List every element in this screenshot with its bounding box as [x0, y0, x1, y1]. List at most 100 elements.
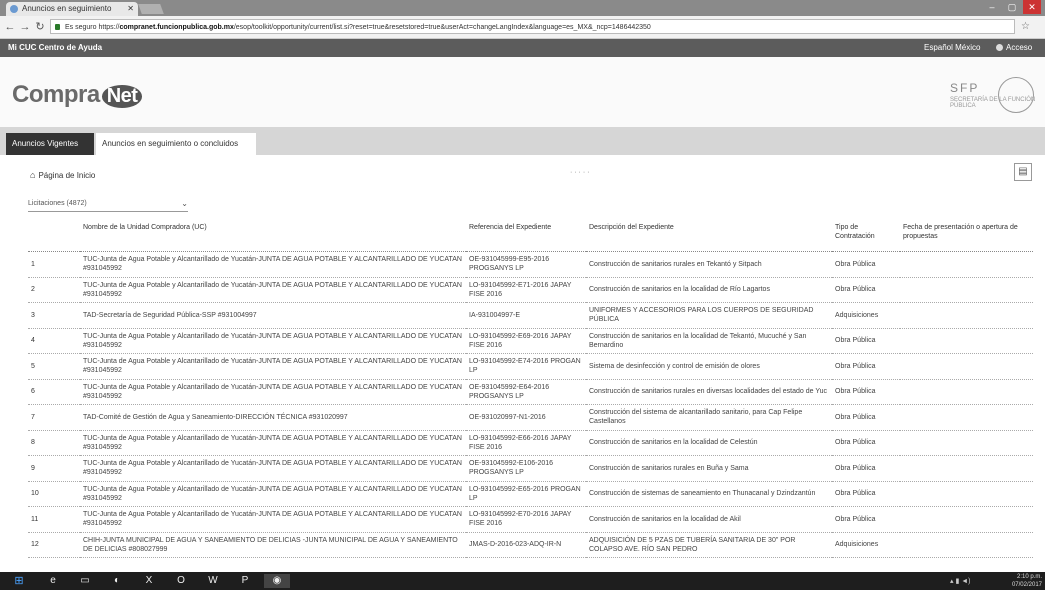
- table-row[interactable]: 7 TAD-Comité de Gestión de Agua y Saneami…: [28, 404, 1033, 431]
- row-reference[interactable]: LO-931045992-E71-2016 JAPAY FISE 2016: [466, 277, 586, 303]
- language-selector[interactable]: Español México: [924, 39, 980, 57]
- row-description: Construcción de sanitarios rurales en Bu…: [586, 455, 832, 482]
- maximize-icon[interactable]: ▢: [1003, 0, 1021, 14]
- table-row[interactable]: 12 CHIH-JUNTA MUNICIPAL DE AGUA Y SANEAMI…: [28, 532, 1033, 558]
- col-header-index: [28, 219, 80, 252]
- secure-label: Es seguro: [65, 24, 97, 31]
- topbar-links[interactable]: Mi CUC Centro de Ayuda: [8, 39, 102, 57]
- row-index: 9: [28, 455, 80, 482]
- table-row[interactable]: 10 TUC-Junta de Agua Potable y Alcantaril…: [28, 481, 1033, 507]
- logo-circle: Net: [101, 85, 143, 108]
- browser-tab-title: Anuncios en seguimiento: [22, 4, 112, 13]
- row-description: Sistema de desinfección y control de emi…: [586, 353, 832, 380]
- table-row[interactable]: 8 TUC-Junta de Agua Potable y Alcantarill…: [28, 430, 1033, 456]
- row-reference[interactable]: LO-931045992-E66-2016 JAPAY FISE 2016: [466, 430, 586, 456]
- row-reference[interactable]: OE-931020997-N1-2016: [466, 404, 586, 431]
- site-top-bar: Mi CUC Centro de Ayuda Español México Ac…: [0, 39, 1045, 57]
- taskbar-clock[interactable]: 2:10 p.m. 07/02/2017: [1010, 573, 1042, 589]
- row-unit-name: TUC-Junta de Agua Potable y Alcantarilla…: [80, 328, 466, 354]
- row-description: UNIFORMES Y ACCESORIOS PARA LOS CUERPOS …: [586, 302, 832, 329]
- bookmark-star-icon[interactable]: ☆: [1021, 21, 1030, 32]
- row-index: 5: [28, 353, 80, 380]
- row-description: Construcción de sanitarios rurales en Te…: [586, 251, 832, 278]
- forward-arrow-icon[interactable]: →: [18, 20, 32, 34]
- minimize-icon[interactable]: –: [983, 0, 1001, 14]
- row-description: Construcción de sanitarios rurales en di…: [586, 379, 832, 405]
- row-unit-name: TUC-Junta de Agua Potable y Alcantarilla…: [80, 353, 466, 380]
- compranet-logo[interactable]: Compra Net: [12, 81, 143, 109]
- excel-icon[interactable]: X: [136, 574, 162, 588]
- home-link[interactable]: ⌂ Página de Inicio: [30, 170, 95, 180]
- table-row[interactable]: 2 TUC-Junta de Agua Potable y Alcantarill…: [28, 277, 1033, 303]
- row-reference[interactable]: OE-931045992-E64-2016 PROGSANYS LP: [466, 379, 586, 405]
- row-contract-type: Obra Pública: [832, 353, 900, 380]
- tab-anuncios-seguimiento[interactable]: Anuncios en seguimiento o concluidos: [96, 133, 256, 155]
- row-unit-name: TUC-Junta de Agua Potable y Alcantarilla…: [80, 506, 466, 533]
- row-description: Construcción del sistema de alcantarilla…: [586, 404, 832, 431]
- government-seal-icon: [998, 77, 1034, 113]
- windows-taskbar: ⊞ e ▭ ◐ X O W P ◉ ▴ ▮ ◄) 2:10 p.m. 07/02/…: [0, 572, 1045, 590]
- table-row[interactable]: 9 TUC-Junta de Agua Potable y Alcantarill…: [28, 455, 1033, 482]
- tab-anuncios-vigentes[interactable]: Anuncios Vigentes: [6, 133, 94, 155]
- col-header-date[interactable]: Fecha de presentación o apertura de prop…: [900, 219, 1033, 252]
- row-reference[interactable]: OE-931045999-E95-2016 PROGSANYS LP: [466, 251, 586, 278]
- row-unit-name: TUC-Junta de Agua Potable y Alcantarilla…: [80, 379, 466, 405]
- windows-start-icon[interactable]: ⊞: [6, 574, 32, 588]
- row-date: [900, 251, 1033, 278]
- col-header-unit[interactable]: Nombre de la Unidad Compradora (UC): [80, 219, 466, 252]
- row-contract-type: Obra Pública: [832, 506, 900, 533]
- row-reference[interactable]: JMAS-D-2016-023-ADQ-IR-N: [466, 532, 586, 558]
- row-unit-name: TUC-Junta de Agua Potable y Alcantarilla…: [80, 251, 466, 278]
- row-contract-type: Obra Pública: [832, 481, 900, 507]
- row-date: [900, 302, 1033, 329]
- login-link[interactable]: Acceso: [996, 39, 1032, 57]
- system-tray-icons[interactable]: ▴ ▮ ◄): [950, 577, 971, 585]
- table-row[interactable]: 1 TUC-Junta de Agua Potable y Alcantarill…: [28, 251, 1033, 278]
- outlook-icon[interactable]: O: [168, 574, 194, 588]
- row-index: 4: [28, 328, 80, 354]
- col-header-reference[interactable]: Referencia del Expediente: [466, 219, 586, 252]
- file-explorer-icon[interactable]: ▭: [72, 574, 98, 588]
- table-row[interactable]: 3 TAD-Secretaría de Seguridad Pública-SSP…: [28, 302, 1033, 329]
- opportunities-table: Nombre de la Unidad Compradora (UC) Refe…: [28, 219, 1033, 558]
- edge-icon[interactable]: e: [40, 574, 66, 588]
- row-description: Construcción de sanitarios en la localid…: [586, 277, 832, 303]
- table-row[interactable]: 6 TUC-Junta de Agua Potable y Alcantarill…: [28, 379, 1033, 405]
- grid-toggle-icon[interactable]: ▤: [1014, 163, 1032, 181]
- row-index: 11: [28, 506, 80, 533]
- powerpoint-icon[interactable]: P: [232, 574, 258, 588]
- address-bar[interactable]: Es seguro https://compranet.funcionpubli…: [50, 19, 1015, 34]
- row-description: Construcción de sanitarios en la localid…: [586, 506, 832, 533]
- new-tab-button[interactable]: [138, 4, 164, 14]
- row-index: 7: [28, 404, 80, 431]
- col-header-type[interactable]: Tipo de Contratación: [832, 219, 900, 252]
- home-link-label: Página de Inicio: [38, 171, 96, 180]
- browser-toolbar: ← → ↻ Es seguro https://compranet.funcio…: [0, 16, 1045, 39]
- row-reference[interactable]: LO-931045992-E74-2016 PROGAN LP: [466, 353, 586, 380]
- col-header-description[interactable]: Descripción del Expediente: [586, 219, 832, 252]
- row-reference[interactable]: LO-931045992-E65-2016 PROGAN LP: [466, 481, 586, 507]
- row-index: 6: [28, 379, 80, 405]
- url-host: compranet.funcionpublica.gob.mx: [119, 24, 234, 31]
- media-icon[interactable]: ◐: [104, 574, 130, 588]
- row-reference[interactable]: LO-931045992-E70-2016 JAPAY FISE 2016: [466, 506, 586, 533]
- row-date: [900, 506, 1033, 533]
- row-reference[interactable]: OE-931045992-E106-2016 PROGSANYS LP: [466, 455, 586, 482]
- table-row[interactable]: 5 TUC-Junta de Agua Potable y Alcantarill…: [28, 353, 1033, 380]
- reload-icon[interactable]: ↻: [33, 20, 47, 34]
- chrome-icon[interactable]: ◉: [264, 574, 290, 588]
- table-row[interactable]: 11 TUC-Junta de Agua Potable y Alcantaril…: [28, 506, 1033, 533]
- row-reference[interactable]: LO-931045992-E69-2016 JAPAY FISE 2016: [466, 328, 586, 354]
- row-unit-name: TUC-Junta de Agua Potable y Alcantarilla…: [80, 481, 466, 507]
- browser-tab[interactable]: Anuncios en seguimiento ✕: [6, 2, 138, 16]
- back-arrow-icon[interactable]: ←: [3, 20, 17, 34]
- row-reference[interactable]: IA-931004997-E: [466, 302, 586, 329]
- home-icon: ⌂: [30, 170, 36, 180]
- login-link-label: Acceso: [1006, 43, 1033, 52]
- close-window-icon[interactable]: ✕: [1023, 0, 1041, 14]
- table-row[interactable]: 4 TUC-Junta de Agua Potable y Alcantarill…: [28, 328, 1033, 354]
- close-tab-icon[interactable]: ✕: [127, 2, 134, 16]
- procedure-type-select[interactable]: Licitaciones (4872) ⌄: [28, 197, 188, 212]
- word-icon[interactable]: W: [200, 574, 226, 588]
- row-unit-name: TUC-Junta de Agua Potable y Alcantarilla…: [80, 455, 466, 482]
